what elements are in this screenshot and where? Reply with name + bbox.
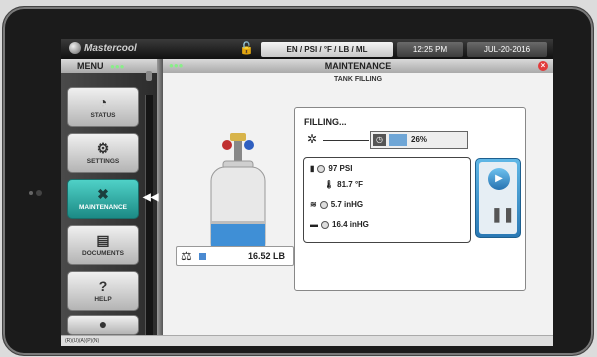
sensor-dot bbox=[36, 190, 42, 196]
weight-value: 16.52 LB bbox=[247, 251, 285, 261]
page-title: MAINTENANCE bbox=[324, 61, 392, 71]
tank-icon: ▮ bbox=[310, 164, 315, 173]
filling-panel: FILLING... ✲ ◷ 26% ▮ 97 PSI 🌡 81.7 °F ≋ … bbox=[294, 107, 526, 291]
sidebar-scrollbar[interactable] bbox=[145, 95, 153, 335]
gear-icon: ⚙ bbox=[96, 140, 110, 156]
bottom-bar: (R)(U)(A)(P)(N) bbox=[61, 335, 553, 346]
timer-icon: ◷ bbox=[373, 134, 386, 146]
menu-dots-icon: ●●● bbox=[110, 62, 125, 71]
reading-value: 97 PSI bbox=[328, 164, 353, 173]
play-button[interactable]: ▶ bbox=[488, 168, 510, 190]
reading-temperature: 🌡 81.7 °F bbox=[324, 180, 363, 189]
sidebar-item-settings[interactable]: ⚙ SETTINGS bbox=[67, 133, 139, 173]
sidebar-item-label: SETTINGS bbox=[86, 158, 120, 165]
reading-value: 16.4 inHG bbox=[332, 220, 369, 229]
progress-bar: ◷ 26% bbox=[370, 131, 468, 149]
progress-fill bbox=[389, 134, 407, 146]
reading-value: 81.7 °F bbox=[337, 180, 364, 189]
connector-line bbox=[323, 140, 369, 141]
globe-icon bbox=[69, 42, 81, 54]
filling-status: FILLING... bbox=[304, 117, 347, 127]
scroll-up-icon[interactable] bbox=[146, 71, 152, 81]
gauge-icon bbox=[317, 164, 326, 173]
readings-box: ▮ 97 PSI 🌡 81.7 °F ≋ 5.7 inHG ▬ 16.4 inH… bbox=[303, 157, 471, 243]
sidebar-item-label: STATUS bbox=[90, 112, 116, 119]
progress-value: 26% bbox=[411, 135, 428, 144]
weight-indicator bbox=[199, 253, 206, 260]
reading-value: 5.7 inHG bbox=[330, 200, 364, 209]
sidebar-item-more[interactable]: ● bbox=[67, 315, 139, 335]
more-icon: ● bbox=[98, 315, 108, 332]
gauge-icon bbox=[321, 220, 329, 229]
collapse-icon[interactable]: ◀◀ bbox=[143, 192, 158, 203]
sidebar-item-help[interactable]: ? HELP bbox=[67, 271, 139, 311]
document-icon: ▤ bbox=[96, 232, 110, 248]
close-button[interactable]: × bbox=[538, 61, 548, 71]
app-screen: Mastercool 🔓 EN / PSI / °F / LB / ML 12:… bbox=[61, 39, 553, 346]
camera-dot bbox=[29, 191, 33, 195]
sidebar-item-maintenance[interactable]: ✖ MAINTENANCE bbox=[67, 179, 139, 219]
lock-icon[interactable]: 🔓 bbox=[239, 41, 254, 55]
header-dots-icon: ●●● bbox=[169, 61, 184, 70]
sidebar-item-documents[interactable]: ▤ DOCUMENTS bbox=[67, 225, 139, 265]
brand-name: Mastercool bbox=[84, 42, 137, 54]
clock-date: JUL-20-2016 bbox=[467, 42, 547, 57]
page-subtitle: TANK FILLING bbox=[333, 76, 383, 83]
gauge-icon: ◔ bbox=[98, 94, 108, 110]
sidebar-item-status[interactable]: ◔ STATUS bbox=[67, 87, 139, 127]
brand-logo: Mastercool bbox=[69, 42, 137, 54]
vacuum-icon: ≋ bbox=[310, 200, 317, 209]
thermometer-icon: 🌡 bbox=[324, 180, 335, 189]
pause-button[interactable]: ❚❚ bbox=[491, 206, 514, 223]
main-header: ●●● MAINTENANCE × bbox=[163, 59, 553, 73]
car-icon: ▬ bbox=[310, 220, 318, 229]
sidebar-item-label: HELP bbox=[94, 296, 112, 303]
fan-icon: ✲ bbox=[307, 132, 318, 146]
refrigerant-tank-image bbox=[210, 133, 266, 258]
clock-time: 12:25 PM bbox=[397, 42, 463, 57]
reading-system: ▬ 16.4 inHG bbox=[310, 220, 369, 229]
scale-icon: ⚖ bbox=[181, 249, 192, 263]
weight-display: ⚖ 16.52 LB bbox=[176, 246, 294, 266]
sidebar-item-label: DOCUMENTS bbox=[82, 250, 124, 257]
reading-pressure: ▮ 97 PSI bbox=[310, 164, 352, 173]
units-selector[interactable]: EN / PSI / °F / LB / ML bbox=[261, 42, 393, 57]
reading-vacuum: ≋ 5.7 inHG bbox=[310, 200, 363, 209]
menu-title: MENU bbox=[77, 61, 104, 71]
menu-header: MENU ●●● bbox=[61, 59, 157, 73]
sidebar-item-label: MAINTENANCE bbox=[78, 204, 128, 211]
top-bar: Mastercool 🔓 EN / PSI / °F / LB / ML 12:… bbox=[61, 39, 553, 59]
gauge-icon bbox=[319, 200, 328, 209]
tablet-frame: Mastercool 🔓 EN / PSI / °F / LB / ML 12:… bbox=[2, 6, 594, 356]
tools-icon: ✖ bbox=[97, 186, 109, 202]
control-panel: ▶ ❚❚ bbox=[475, 158, 521, 238]
help-icon: ? bbox=[98, 278, 108, 294]
control-inner: ▶ ❚❚ bbox=[479, 162, 517, 234]
